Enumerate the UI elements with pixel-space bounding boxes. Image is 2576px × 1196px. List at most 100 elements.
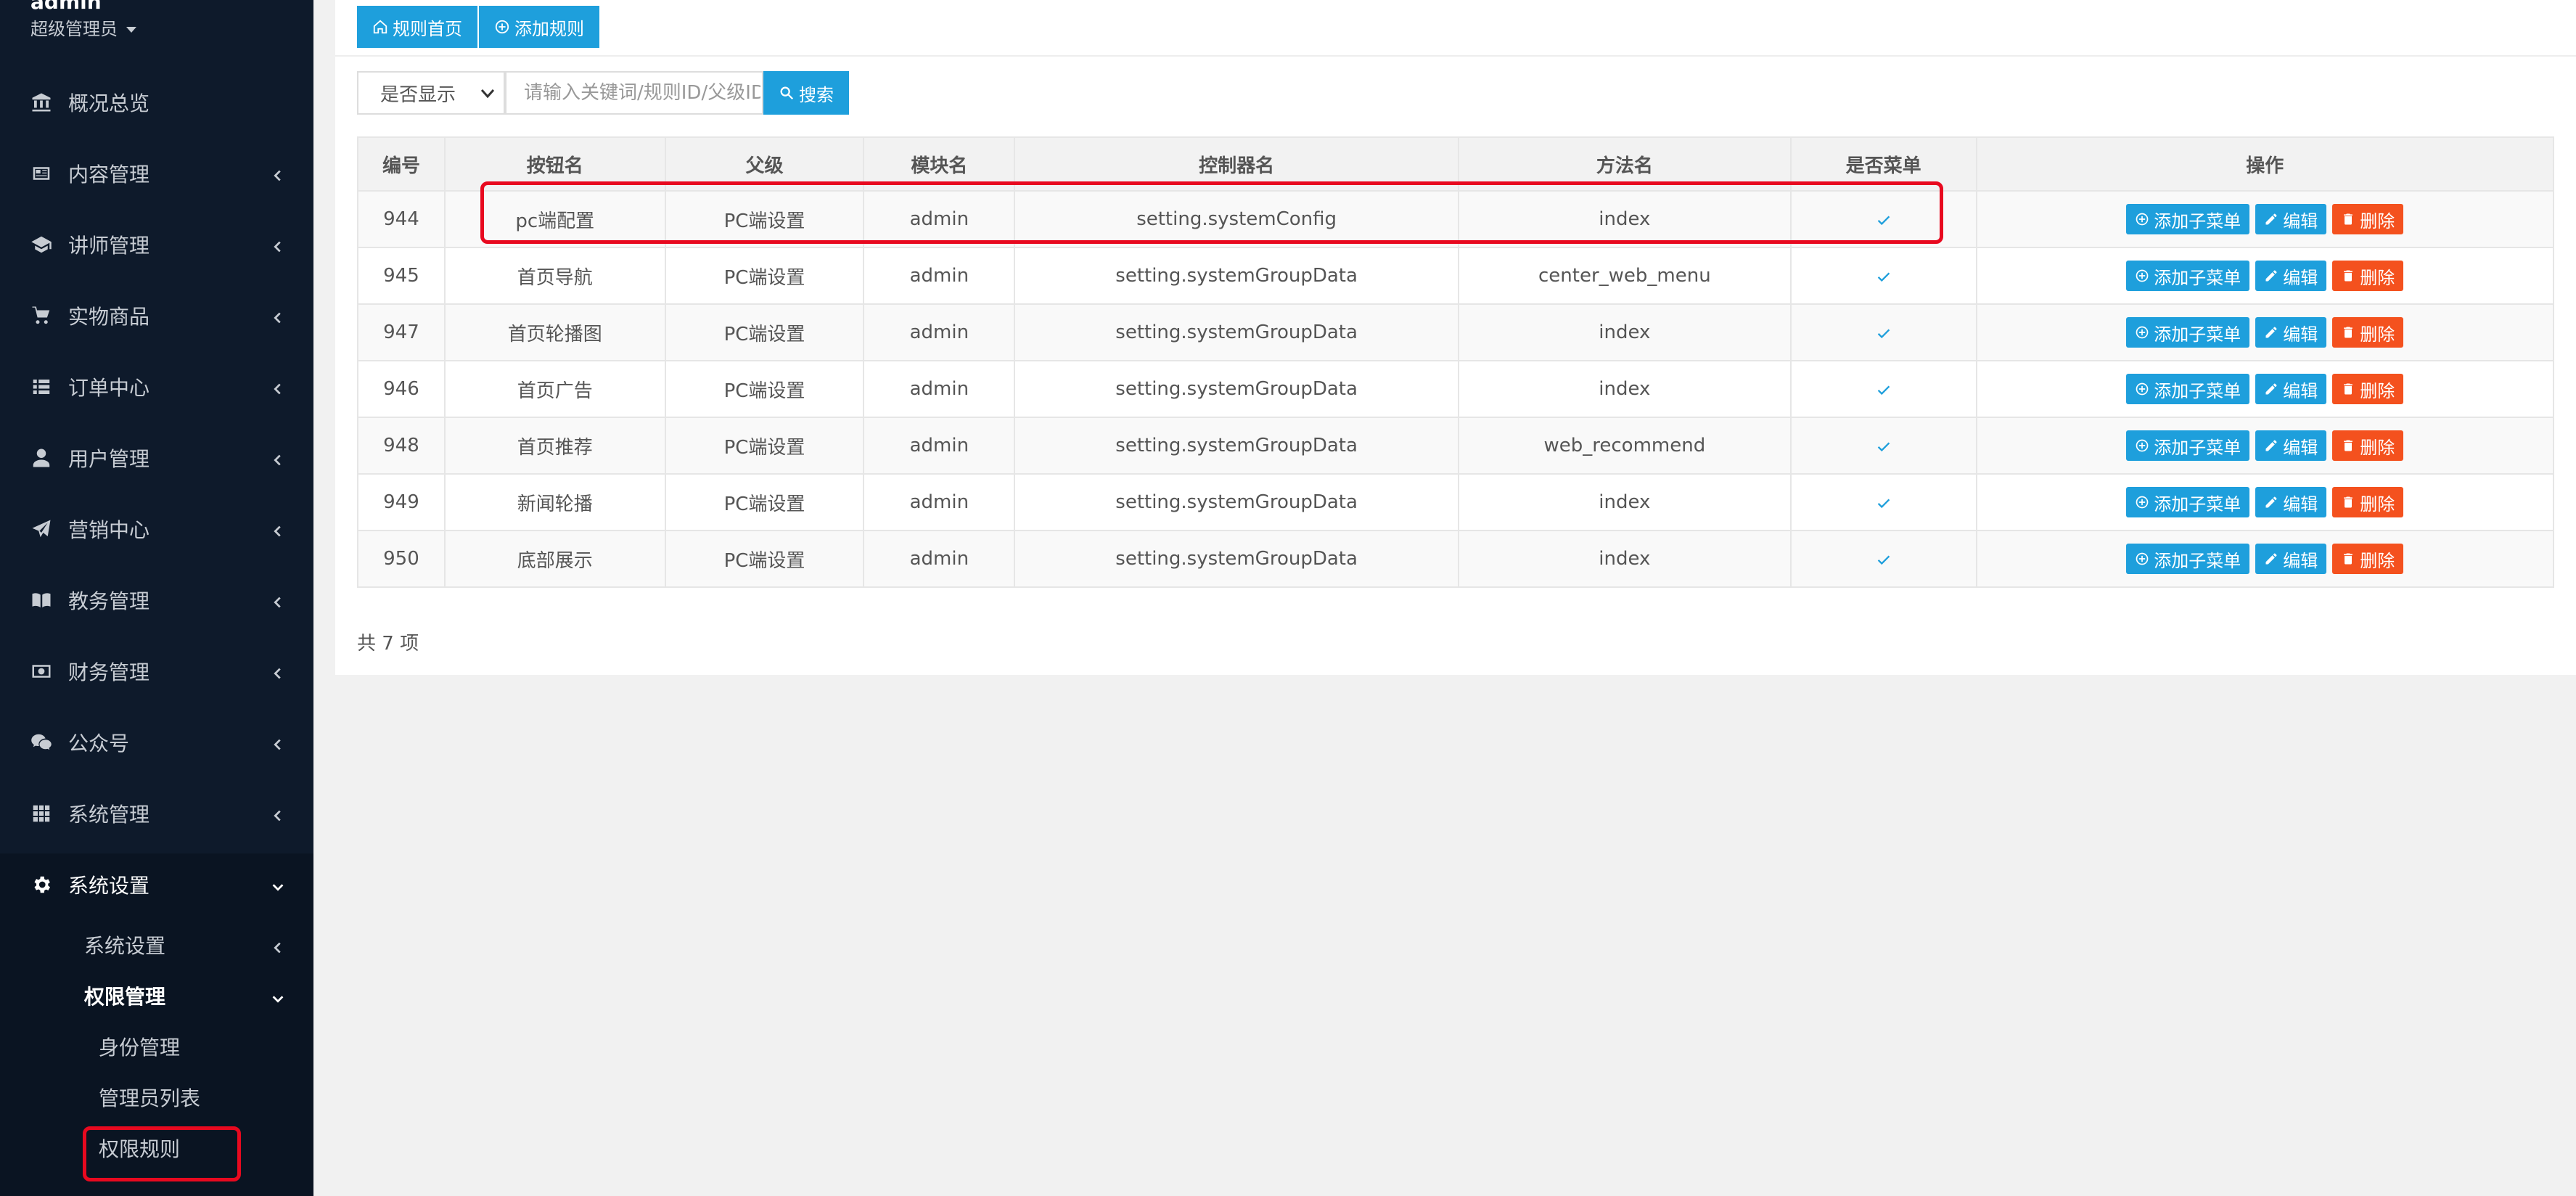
delete-label: 删除 <box>2360 267 2395 288</box>
sidebar-item-goods[interactable]: 实物商品 <box>0 290 313 341</box>
sidebar-item-label: 系统设置 <box>68 874 150 898</box>
chevron-down-icon <box>270 988 286 1004</box>
plus-circle-icon <box>495 20 509 34</box>
rules-home-button[interactable]: 规则首页 <box>357 6 477 48</box>
plus-circle-icon <box>2136 382 2149 396</box>
cell-controller: setting.systemGroupData <box>1014 417 1459 475</box>
delete-button[interactable]: 删除 <box>2332 261 2404 291</box>
add-child-menu-button[interactable]: 添加子菜单 <box>2126 487 2250 517</box>
chevron-left-icon <box>270 378 286 395</box>
sidebar-item-education[interactable]: 教务管理 <box>0 575 313 626</box>
pencil-icon <box>2265 327 2277 338</box>
delete-button[interactable]: 删除 <box>2332 204 2404 234</box>
sidebar-item-marketing[interactable]: 营销中心 <box>0 504 313 554</box>
sub-item-permission-management[interactable]: 权限管理 <box>84 974 313 1017</box>
edit-button[interactable]: 编辑 <box>2255 374 2327 404</box>
edit-button[interactable]: 编辑 <box>2255 544 2327 574</box>
table-row: 947 首页轮播图 PC端设置 admin setting.systemGrou… <box>357 303 2554 361</box>
sidebar-item-content[interactable]: 内容管理 <box>0 148 313 199</box>
add-child-menu-button[interactable]: 添加子菜单 <box>2126 317 2250 348</box>
sidebar-item-orders[interactable]: 订单中心 <box>0 361 313 412</box>
edit-button[interactable]: 编辑 <box>2255 430 2327 461</box>
cell-module: admin <box>863 530 1016 588</box>
edit-label: 编辑 <box>2283 550 2318 571</box>
add-child-menu-button[interactable]: 添加子菜单 <box>2126 430 2250 461</box>
edit-label: 编辑 <box>2283 267 2318 288</box>
trash-icon <box>2344 496 2353 508</box>
trash-icon <box>2344 553 2353 565</box>
sidebar-item-teachers[interactable]: 讲师管理 <box>0 219 313 270</box>
cell-method: index <box>1457 473 1792 531</box>
cell-parent: PC端设置 <box>664 530 865 588</box>
delete-button[interactable]: 删除 <box>2332 374 2404 404</box>
cell-is-menu <box>1789 530 1977 588</box>
search-button[interactable]: 搜索 <box>763 71 849 115</box>
cell-parent: PC端设置 <box>664 417 865 475</box>
sidebar-item-label: 内容管理 <box>68 163 150 187</box>
edit-button[interactable]: 编辑 <box>2255 487 2327 517</box>
add-child-menu-label: 添加子菜单 <box>2154 550 2241 571</box>
delete-button[interactable]: 删除 <box>2332 430 2404 461</box>
add-child-menu-button[interactable]: 添加子菜单 <box>2126 374 2250 404</box>
delete-label: 删除 <box>2360 210 2395 232</box>
cell-module: admin <box>863 303 1016 361</box>
visibility-select[interactable]: 是否显示 <box>357 71 505 115</box>
chevron-left-icon <box>270 663 286 679</box>
sub-item-system-settings[interactable]: 系统设置 <box>84 923 313 967</box>
home-icon <box>373 20 387 34</box>
edit-label: 编辑 <box>2283 380 2318 401</box>
chevron-left-icon <box>270 236 286 253</box>
edit-button[interactable]: 编辑 <box>2255 317 2327 348</box>
chevron-left-icon <box>270 734 286 750</box>
sidebar-item-system-settings[interactable]: 系统设置 <box>0 859 313 910</box>
add-rule-button[interactable]: 添加规则 <box>479 6 599 48</box>
plus-circle-icon <box>2136 326 2149 339</box>
paper-plane-icon <box>29 518 54 540</box>
cell-method: web_recommend <box>1457 417 1792 475</box>
user-name: admin <box>30 0 102 14</box>
user-icon <box>29 447 54 469</box>
sidebar-item-label: 公众号 <box>68 732 130 755</box>
sidebar: admin 超级管理员 概况总览 内容管理 讲师管理 实物商品 订单中心 用户管… <box>0 0 313 1196</box>
search-input[interactable] <box>505 71 763 115</box>
sidebar-item-wechat[interactable]: 公众号 <box>0 717 313 768</box>
cell-module: admin <box>863 473 1016 531</box>
cell-is-menu <box>1789 473 1977 531</box>
sub-item-role-management[interactable]: 身份管理 <box>99 1025 180 1068</box>
visibility-select-value: 是否显示 <box>380 83 456 106</box>
toolbar-divider <box>335 55 2576 57</box>
edit-button[interactable]: 编辑 <box>2255 261 2327 291</box>
cell-name: 新闻轮播 <box>443 473 666 531</box>
add-child-menu-button[interactable]: 添加子菜单 <box>2126 204 2250 234</box>
pencil-icon <box>2265 270 2277 282</box>
total-count: 共 7 项 <box>357 633 419 655</box>
cart-icon <box>29 305 54 327</box>
sub-item-admin-list[interactable]: 管理员列表 <box>99 1076 200 1119</box>
chevron-left-icon <box>270 805 286 822</box>
cell-actions: 添加子菜单 编辑 删除 <box>1975 303 2554 361</box>
sidebar-item-overview[interactable]: 概况总览 <box>0 77 313 128</box>
cell-actions: 添加子菜单 编辑 删除 <box>1975 530 2554 588</box>
cell-method: center_web_menu <box>1457 247 1792 305</box>
pencil-icon <box>2265 383 2277 395</box>
sidebar-item-finance[interactable]: 财务管理 <box>0 646 313 697</box>
cell-id: 945 <box>357 247 446 305</box>
header-id: 编号 <box>357 136 446 192</box>
check-icon <box>1877 499 1890 508</box>
edit-label: 编辑 <box>2283 210 2318 232</box>
sidebar-item-system-management[interactable]: 系统管理 <box>0 788 313 839</box>
table-row: 950 底部展示 PC端设置 admin setting.systemGroup… <box>357 530 2554 588</box>
sidebar-item-label: 概况总览 <box>68 91 150 115</box>
delete-button[interactable]: 删除 <box>2332 317 2404 348</box>
plus-circle-icon <box>2136 269 2149 282</box>
cell-controller: setting.systemGroupData <box>1014 247 1459 305</box>
delete-button[interactable]: 删除 <box>2332 487 2404 517</box>
sidebar-item-users[interactable]: 用户管理 <box>0 433 313 483</box>
delete-button[interactable]: 删除 <box>2332 544 2404 574</box>
search-label: 搜索 <box>799 84 834 105</box>
user-role-dropdown[interactable]: 超级管理员 <box>30 15 136 40</box>
edit-button[interactable]: 编辑 <box>2255 204 2327 234</box>
add-child-menu-button[interactable]: 添加子菜单 <box>2126 544 2250 574</box>
cell-controller: setting.systemGroupData <box>1014 473 1459 531</box>
add-child-menu-button[interactable]: 添加子菜单 <box>2126 261 2250 291</box>
